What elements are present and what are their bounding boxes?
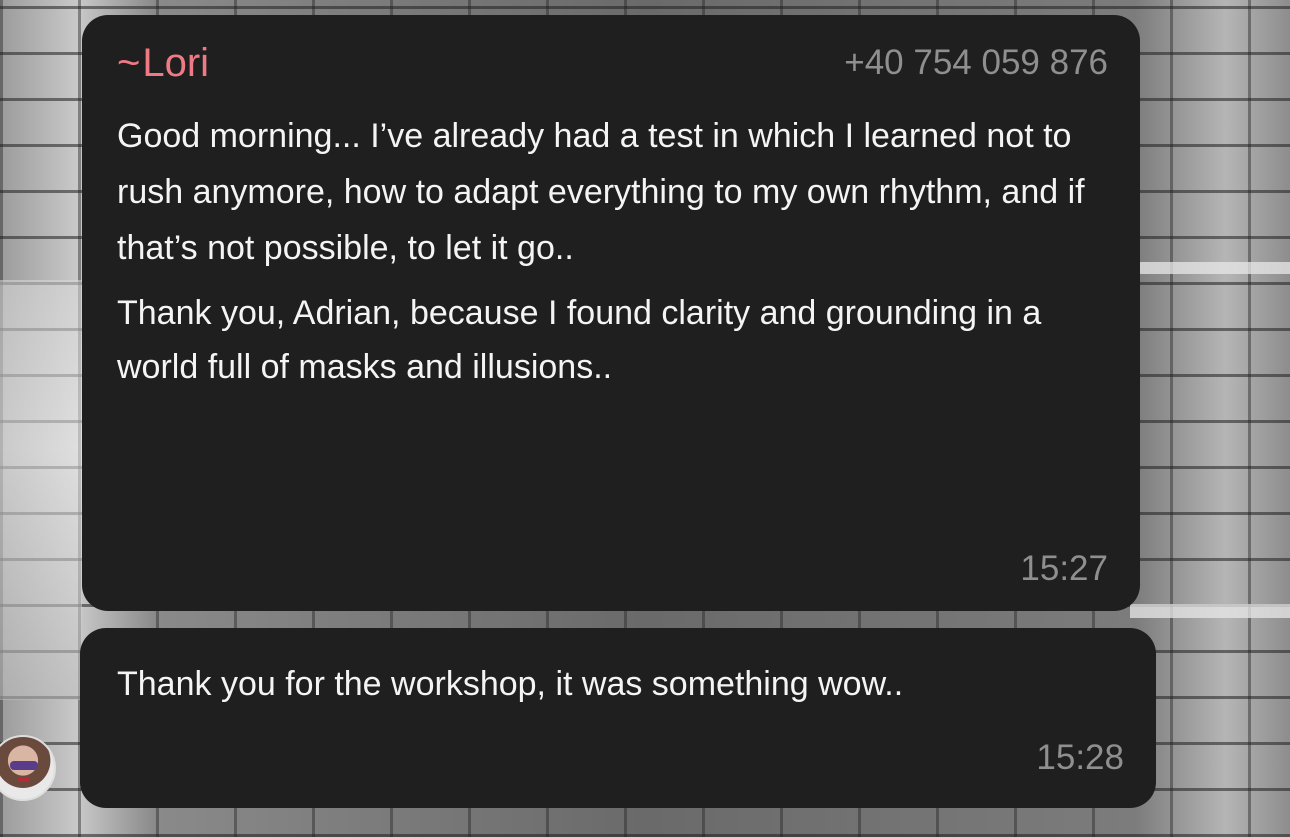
wallpaper-ledge <box>1130 604 1290 618</box>
sender-prefix: ~ <box>117 41 141 85</box>
message-text: Thank you for the workshop, it was somet… <box>117 656 1117 712</box>
message-paragraph: Thank you for the workshop, it was somet… <box>117 665 904 703</box>
wallpaper-ledge <box>1130 262 1290 274</box>
sender-name[interactable]: ~Lori <box>117 41 209 85</box>
message-timestamp: 15:27 <box>1020 549 1108 588</box>
message-timestamp: 15:28 <box>1036 738 1124 777</box>
sender-phone[interactable]: +40 754 059 876 <box>844 43 1108 83</box>
message-paragraph: Good morning... I’ve already had a test … <box>117 117 1085 267</box>
avatar-lips <box>18 777 30 782</box>
avatar-glasses <box>10 761 38 770</box>
wallpaper-stone-highlight <box>0 280 82 700</box>
message-bubble[interactable]: ~Lori +40 754 059 876 Good morning... I’… <box>82 15 1140 611</box>
message-bubble[interactable]: Thank you for the workshop, it was somet… <box>80 628 1156 808</box>
message-paragraph: Thank you, Adrian, because I found clari… <box>117 294 1042 386</box>
message-text: Good morning... I’ve already had a test … <box>117 108 1117 394</box>
sender-label: Lori <box>142 41 210 85</box>
